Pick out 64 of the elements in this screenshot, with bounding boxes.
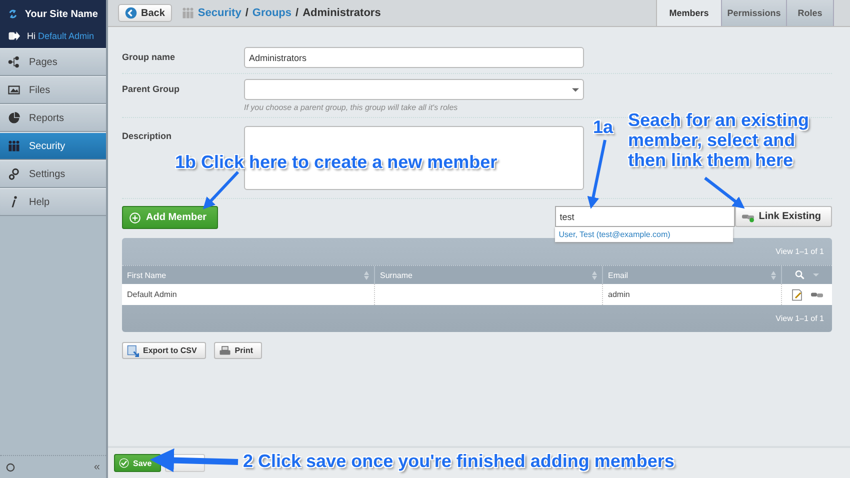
site-name: Your Site Name: [24, 8, 98, 20]
logout-icon: [8, 30, 20, 42]
sort-icon: [592, 270, 597, 280]
callout-arrow: [202, 170, 240, 210]
table-cell: Default Admin: [127, 290, 177, 299]
callout-text: 1a: [593, 117, 614, 137]
breadcrumb-separator: /: [296, 7, 299, 19]
user-link[interactable]: Default Admin: [38, 31, 94, 41]
tab[interactable]: Roles: [786, 0, 834, 26]
select-field[interactable]: [244, 79, 584, 100]
callout-text: 1b Click here to create a new member: [175, 152, 498, 172]
save-button[interactable]: Save: [114, 454, 161, 472]
field-hint: If you choose a parent group, this group will take all it's roles: [244, 103, 459, 112]
collapse-button[interactable]: «: [94, 461, 100, 473]
sidebar-item[interactable]: Settings: [0, 160, 106, 188]
caret-icon: [572, 88, 579, 92]
sort-icon: [364, 270, 369, 280]
add-member-button[interactable]: Add Member: [122, 206, 218, 229]
callout-arrow: [704, 176, 745, 209]
search-field[interactable]: test: [554, 206, 735, 227]
edit-icon: [791, 288, 803, 300]
back-button[interactable]: Back: [118, 4, 172, 22]
field-label: Group name: [122, 52, 176, 62]
nav-icon: [8, 56, 20, 68]
breadcrumb-current: Administrators: [302, 7, 381, 19]
nav-icon: [8, 168, 20, 180]
field-label: Parent Group: [122, 84, 180, 94]
tab[interactable]: Permissions: [721, 0, 786, 26]
suggestion-item[interactable]: User, Test (test@example.com): [554, 227, 733, 242]
breadcrumb-separator: /: [245, 7, 248, 19]
tab[interactable]: Members: [656, 0, 721, 26]
nav-icon: [8, 112, 20, 124]
search-icon: [795, 270, 805, 280]
check-icon: [119, 458, 129, 468]
sidebar-item[interactable]: Pages: [0, 48, 106, 76]
breadcrumb-link[interactable]: Groups: [252, 7, 292, 19]
sort-icon: [771, 270, 776, 280]
callout-text: 2 Click save once you're finished adding members: [243, 451, 674, 471]
caret-icon: [813, 273, 819, 277]
plus-icon: [129, 212, 141, 224]
printer-icon: [218, 344, 231, 356]
nav-icon: [8, 140, 20, 152]
export-button[interactable]: Export to CSV: [122, 342, 206, 359]
export-icon: [127, 344, 139, 356]
table-cell: admin: [608, 290, 630, 299]
pager-text: View 1–1 of 1: [776, 314, 824, 323]
sidebar-item[interactable]: Reports: [0, 104, 106, 132]
sidebar-item[interactable]: Security: [0, 132, 106, 160]
callout-arrow: [587, 140, 606, 209]
print-button[interactable]: Print: [214, 342, 262, 359]
circle-icon[interactable]: [6, 462, 15, 472]
pager-text: View 1–1 of 1: [776, 247, 824, 256]
back-icon: [125, 7, 137, 19]
nav-icon: [8, 84, 20, 96]
sidebar-item[interactable]: Files: [0, 76, 106, 104]
breadcrumb-link[interactable]: Security: [198, 7, 242, 19]
people-icon: [182, 7, 194, 19]
link-existing-button[interactable]: Link Existing: [734, 206, 832, 227]
callout-text: Seach for an existing member, select and then link them here: [628, 110, 810, 170]
text-field[interactable]: Administrators: [244, 47, 584, 68]
textarea-field[interactable]: [244, 126, 584, 190]
sidebar-item[interactable]: Help: [0, 188, 106, 216]
field-label: Description: [122, 131, 172, 141]
greeting: Hi Default Admin: [27, 31, 94, 41]
